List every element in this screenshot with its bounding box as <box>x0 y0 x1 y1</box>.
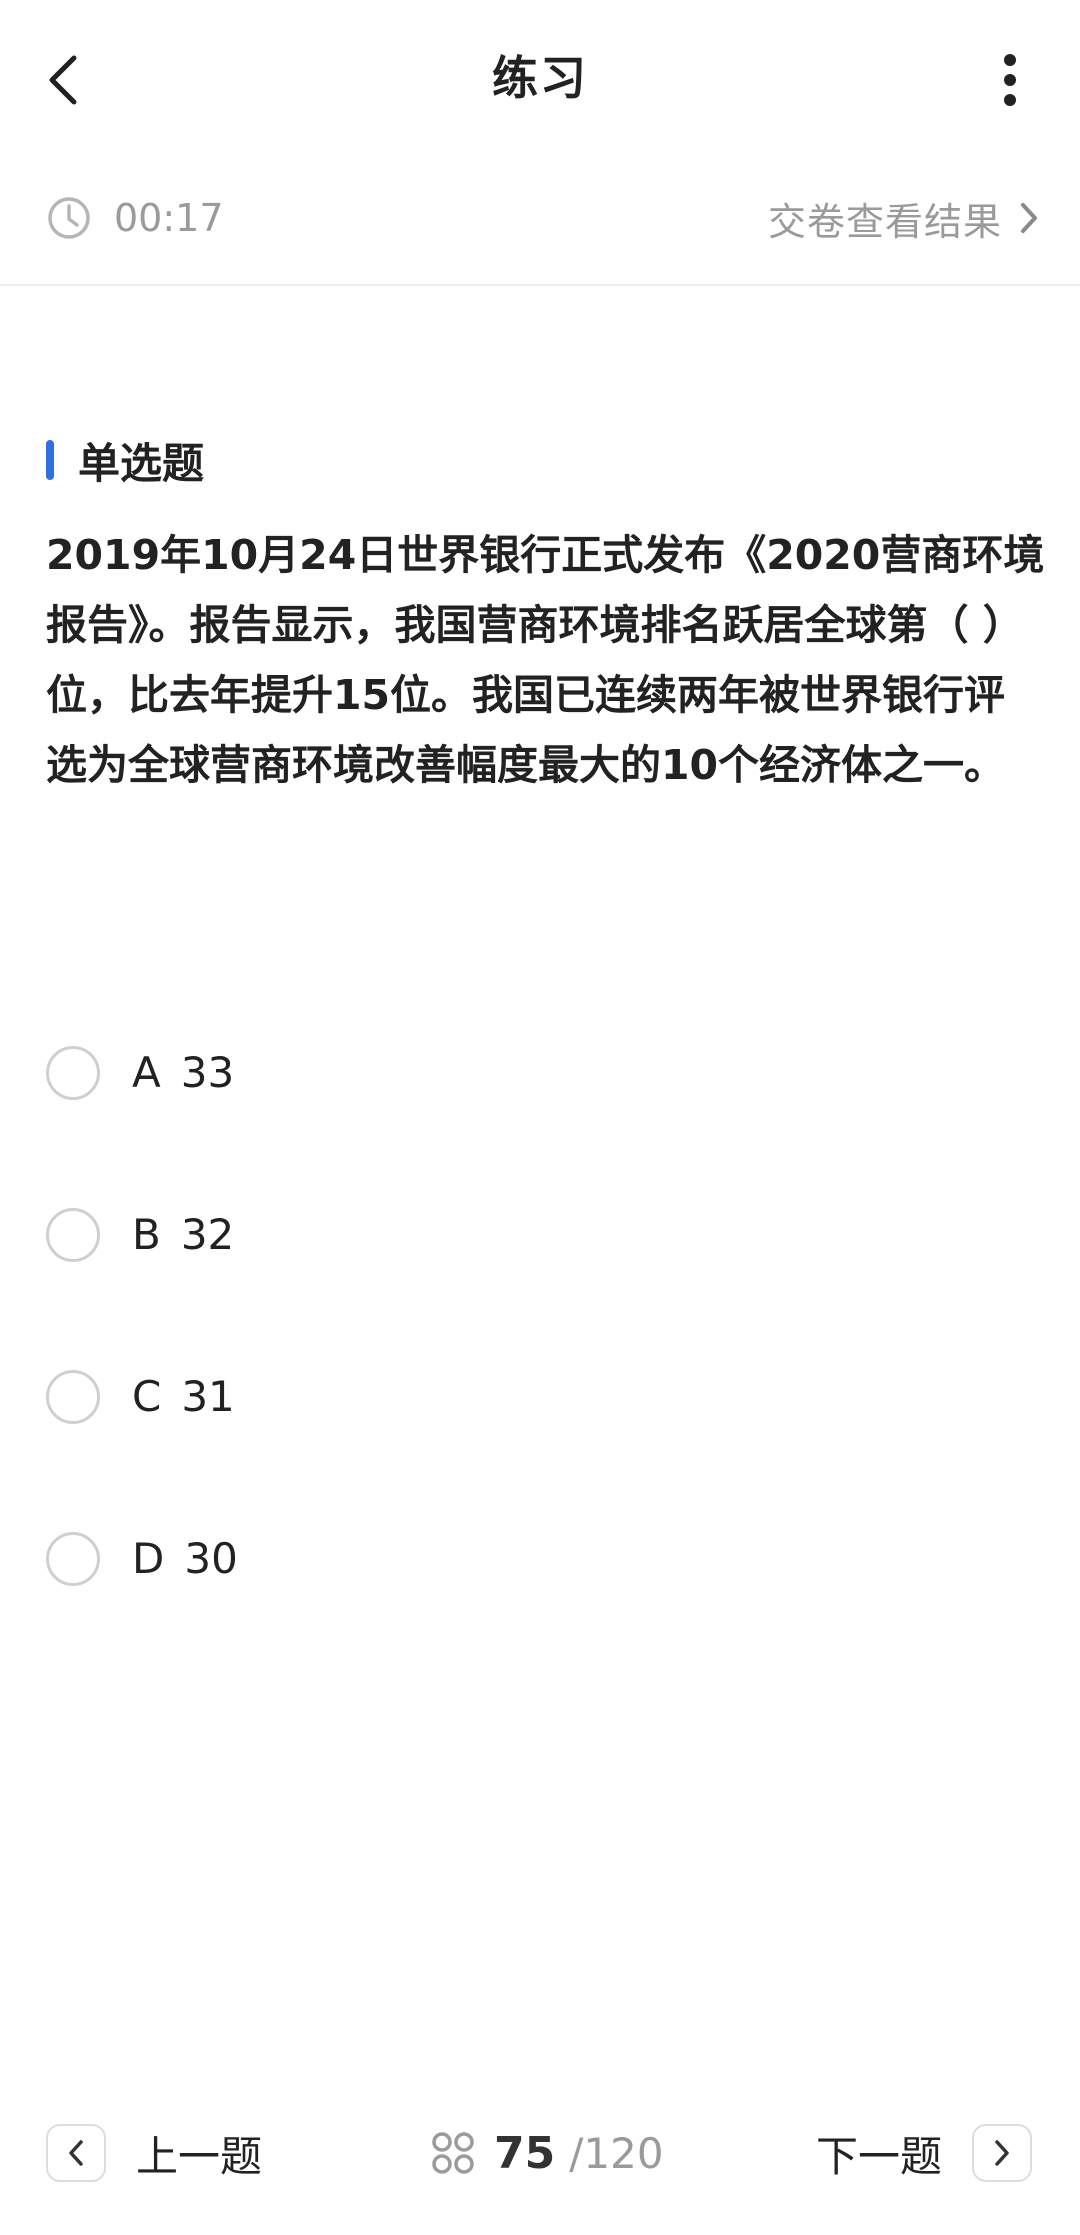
current-question-number: 75 <box>494 2127 556 2179</box>
option-b[interactable]: B 32 <box>46 1197 1036 1359</box>
radio-button[interactable] <box>46 1532 100 1586</box>
question-type: 单选题 <box>46 430 204 490</box>
previous-question-button[interactable]: 上一题 <box>46 2118 262 2188</box>
submit-label: 交卷查看结果 <box>767 199 1002 244</box>
submit-and-view-results-link[interactable]: 交卷查看结果 <box>768 188 1040 248</box>
radio-button[interactable] <box>46 1208 100 1262</box>
chevron-right-icon <box>995 2140 1009 2166</box>
timer-bar: 00:17 交卷查看结果 <box>0 160 1080 286</box>
timer: 00:17 <box>46 188 224 248</box>
next-arrow-box[interactable] <box>972 2124 1032 2182</box>
radio-button[interactable] <box>46 1046 100 1100</box>
radio-button[interactable] <box>46 1370 100 1424</box>
chevron-left-icon <box>49 55 77 105</box>
question-text: 2019年10月24日世界银行正式发布《2020营商环境报告》。报告显示，我国营… <box>46 531 1045 789</box>
answer-options: A 33 B 32 C 31 D 30 <box>46 1035 1036 1683</box>
practice-page: 练习 00:17 交卷查看结果 单选题 2019年10月24日世界银行正式发布《… <box>0 0 1080 2235</box>
option-d[interactable]: D 30 <box>46 1521 1036 1683</box>
option-letter: A <box>132 1048 161 1097</box>
next-question-button[interactable]: 下一题 <box>816 2118 1032 2188</box>
option-value: 33 <box>180 1048 235 1097</box>
more-menu-button[interactable] <box>980 40 1040 120</box>
back-button[interactable] <box>22 40 102 120</box>
option-value: 30 <box>184 1534 238 1583</box>
clock-icon <box>48 197 90 239</box>
more-vertical-icon <box>1004 54 1016 106</box>
page-title: 练习 <box>492 51 588 105</box>
option-letter: D <box>132 1534 165 1583</box>
option-a[interactable]: A 33 <box>46 1035 1036 1197</box>
option-value: 31 <box>181 1372 235 1421</box>
option-value: 32 <box>180 1210 235 1259</box>
total-questions: /120 <box>569 2128 664 2178</box>
question-type-accent-bar <box>46 440 54 480</box>
question-type-label: 单选题 <box>78 438 205 488</box>
elapsed-time: 00:17 <box>114 196 224 240</box>
option-letter: B <box>132 1210 161 1259</box>
next-label: 下一题 <box>815 2131 942 2181</box>
prev-arrow-box[interactable] <box>46 2124 106 2182</box>
question-counter[interactable]: 75 /120 <box>430 2118 664 2188</box>
option-letter: C <box>132 1372 162 1421</box>
chevron-right-icon <box>1021 203 1037 233</box>
option-c[interactable]: C 31 <box>46 1359 1036 1521</box>
grid-icon <box>432 2132 474 2174</box>
chevron-left-icon <box>69 2140 83 2166</box>
previous-label: 上一题 <box>136 2131 263 2181</box>
app-header: 练习 <box>0 0 1080 150</box>
bottom-navigation: 上一题 75 /120 下一题 <box>0 2110 1080 2200</box>
